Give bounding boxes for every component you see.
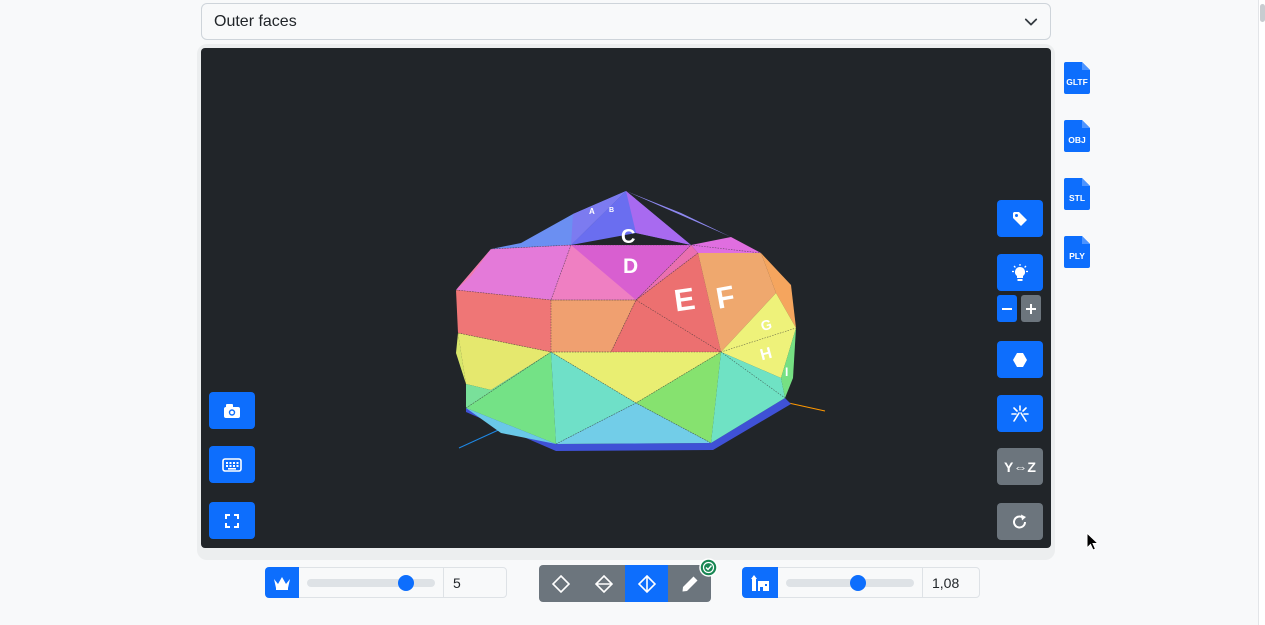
- check-circle-icon: [699, 558, 718, 577]
- height-slider-track: [786, 574, 914, 591]
- mode-diamond-half-button[interactable]: [582, 565, 625, 602]
- height-control: 1,08: [742, 567, 980, 598]
- export-ply-icon[interactable]: PLY: [1064, 236, 1090, 268]
- rotate-icon: [1013, 514, 1026, 528]
- hexagon-icon: [1013, 352, 1027, 367]
- keyboard-button[interactable]: [209, 446, 255, 483]
- export-obj-label: OBJ: [1068, 135, 1086, 145]
- light-increase-button[interactable]: [1021, 295, 1041, 322]
- height-value-input[interactable]: 1,08: [922, 567, 980, 598]
- face-select-value: Outer faces: [214, 12, 297, 30]
- fullscreen-button[interactable]: [209, 502, 255, 539]
- sparkle-icon: [1011, 404, 1029, 422]
- frequency-control: 5: [265, 567, 507, 598]
- export-gltf-icon[interactable]: GLTF: [1064, 62, 1090, 94]
- tag-icon: [1013, 211, 1027, 226]
- frequency-icon-button[interactable]: [265, 567, 299, 598]
- scrollbar-thumb[interactable]: [1260, 4, 1265, 22]
- building-icon: [751, 574, 769, 591]
- keyboard-icon: [222, 457, 242, 472]
- lightbulb-icon: [1012, 263, 1028, 281]
- diamond-half-icon: [594, 574, 613, 593]
- export-obj-icon[interactable]: OBJ: [1064, 120, 1090, 152]
- height-icon-button[interactable]: [742, 567, 778, 598]
- face-label-b: B: [609, 207, 614, 214]
- export-ply-label: PLY: [1069, 251, 1085, 261]
- minus-icon: [1002, 307, 1012, 310]
- frequency-slider-thumb[interactable]: [397, 574, 414, 591]
- export-gltf-label: GLTF: [1066, 77, 1088, 87]
- height-slider-thumb[interactable]: [849, 574, 866, 591]
- diamond-icon: [551, 574, 570, 593]
- mouse-cursor-icon: [1086, 532, 1100, 551]
- screenshot-button[interactable]: [209, 392, 255, 429]
- pencil-icon: [682, 576, 697, 591]
- chevron-down-icon: [1024, 18, 1038, 25]
- page-scrollbar[interactable]: [1258, 0, 1265, 625]
- face-label-a: A: [589, 207, 595, 216]
- reset-view-button[interactable]: [997, 503, 1043, 540]
- export-stl-label: STL: [1069, 193, 1085, 203]
- frequency-value-input[interactable]: 5: [443, 567, 507, 598]
- face-select[interactable]: Outer faces: [201, 3, 1051, 40]
- diamond-split-icon: [637, 574, 656, 593]
- height-slider[interactable]: [778, 567, 922, 598]
- swap-axes-button[interactable]: Y⇔Z: [997, 448, 1043, 485]
- mode-toggle-group: [539, 565, 711, 602]
- mode-diamond-split-button[interactable]: [625, 565, 668, 602]
- camera-icon: [224, 403, 240, 418]
- frequency-slider[interactable]: [299, 567, 443, 598]
- mode-diamond-button[interactable]: [539, 565, 582, 602]
- swap-axes-label: Y⇔Z: [1004, 458, 1036, 475]
- explode-button[interactable]: [997, 395, 1043, 432]
- face-label-d: D: [623, 255, 638, 278]
- labels-toggle-button[interactable]: [997, 200, 1043, 237]
- 3d-viewer[interactable]: A B C D E F G H I Y⇔Z: [201, 48, 1051, 548]
- fullscreen-icon: [225, 513, 239, 528]
- lighting-button[interactable]: [997, 254, 1043, 291]
- dome-scene[interactable]: A B C D E F G H I: [201, 48, 1051, 548]
- plus-icon: [1026, 303, 1036, 314]
- face-label-i: I: [785, 365, 788, 379]
- crown-icon: [274, 576, 290, 590]
- light-decrease-button[interactable]: [997, 295, 1017, 322]
- face-label-c: C: [621, 226, 635, 248]
- frequency-slider-track: [307, 574, 435, 591]
- shape-button[interactable]: [997, 341, 1043, 378]
- export-stl-icon[interactable]: STL: [1064, 178, 1090, 210]
